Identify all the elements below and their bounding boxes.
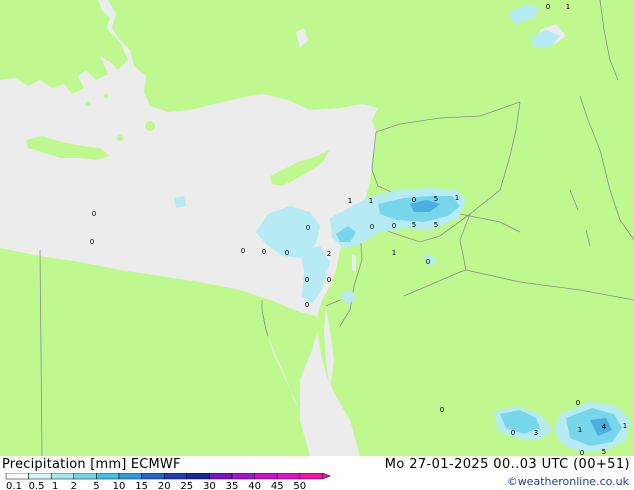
map-value: 1 bbox=[369, 197, 373, 205]
map-value: 0 bbox=[241, 247, 245, 255]
map-value: 1 bbox=[566, 3, 570, 11]
scale-tick-label: 50 bbox=[293, 481, 306, 490]
map-value: 1 bbox=[455, 194, 459, 202]
scale-tick-label: 40 bbox=[248, 481, 261, 490]
scale-box bbox=[50, 473, 75, 480]
scale-tick-label: 0.1 bbox=[6, 481, 22, 490]
map-value: 0 bbox=[370, 223, 374, 231]
scale-box bbox=[254, 473, 278, 480]
map-value: 1 bbox=[348, 197, 352, 205]
scale-tick-label: 5 bbox=[93, 481, 99, 490]
forecast-time: Mo 27-01-2025 00..03 UTC (00+51) bbox=[384, 457, 630, 472]
scale-boxes bbox=[5, 473, 332, 480]
scale-tick-label: 30 bbox=[203, 481, 216, 490]
map-value: 3 bbox=[534, 429, 538, 437]
scale-box bbox=[96, 473, 120, 480]
map-value: 0 bbox=[426, 258, 430, 266]
map-value: 1 bbox=[578, 426, 582, 434]
scale-box bbox=[5, 473, 29, 480]
scale-box bbox=[73, 473, 97, 480]
credit-link[interactable]: ©weatheronline.co.uk bbox=[507, 475, 629, 488]
map-value: 0 bbox=[576, 399, 580, 407]
scale-ticks: 0.1 0.5 1 2 5 10 15 20 25 30 35 40 45 50 bbox=[6, 481, 306, 490]
footer-bar: Precipitation [mm] ECMWF Mo 27-01-2025 0… bbox=[0, 456, 634, 490]
map-value: 0 bbox=[580, 449, 584, 456]
scale-box bbox=[209, 473, 233, 480]
scale-tick-label: 45 bbox=[271, 481, 284, 490]
map-value: 0 bbox=[327, 276, 331, 284]
scale-box bbox=[163, 473, 188, 480]
map-value: 0 bbox=[90, 238, 94, 246]
precipitation-map: 0 1 0 0 1 1 0 5 1 0 0 0 5 5 0 0 0 2 1 0 … bbox=[0, 0, 634, 456]
island-4 bbox=[103, 93, 109, 99]
map-value: 0 bbox=[285, 249, 289, 257]
scale-tick-label: 0.5 bbox=[29, 481, 45, 490]
scale-box bbox=[118, 473, 142, 480]
scale-box bbox=[299, 473, 323, 480]
scale-tick-label: 35 bbox=[226, 481, 239, 490]
scale-tick-label: 15 bbox=[135, 481, 148, 490]
scale-box bbox=[231, 473, 255, 480]
map-value: 0 bbox=[262, 248, 266, 256]
island-1 bbox=[145, 121, 155, 131]
island-3 bbox=[69, 85, 75, 91]
scale-tick-label: 1 bbox=[52, 481, 58, 490]
map-value: 0 bbox=[392, 222, 396, 230]
island-5 bbox=[85, 101, 91, 107]
scale-arrow bbox=[322, 473, 332, 480]
map-value: 0 bbox=[546, 3, 550, 11]
map-value: 2 bbox=[327, 250, 331, 258]
map-value: 0 bbox=[92, 210, 96, 218]
product-label: Precipitation [mm] bbox=[2, 457, 127, 472]
map-value: 0 bbox=[511, 429, 515, 437]
map-value: 5 bbox=[434, 195, 438, 203]
scale-tick-label: 20 bbox=[158, 481, 171, 490]
map-value: 5 bbox=[412, 221, 416, 229]
map-value: 4 bbox=[602, 423, 607, 431]
map-value: 0 bbox=[412, 196, 416, 204]
map-value: 1 bbox=[392, 249, 396, 257]
scale-tick-label: 2 bbox=[71, 481, 77, 490]
map-value: 0 bbox=[305, 276, 309, 284]
scale-box bbox=[28, 473, 52, 480]
map-value: 0 bbox=[306, 224, 310, 232]
island-2 bbox=[117, 135, 123, 141]
map-value: 0 bbox=[305, 301, 309, 309]
scale-box bbox=[186, 473, 210, 480]
scale-box bbox=[141, 473, 165, 480]
dead-sea bbox=[352, 254, 356, 272]
map-value: 5 bbox=[434, 221, 438, 229]
precipitation-color-scale: 0.1 0.5 1 2 5 10 15 20 25 30 35 40 45 50 bbox=[5, 473, 332, 490]
model-label: ECMWF bbox=[130, 457, 181, 472]
map-value: 0 bbox=[440, 406, 444, 414]
map-value: 5 bbox=[602, 448, 606, 456]
scale-box bbox=[276, 473, 301, 480]
map-value: 1 bbox=[623, 422, 627, 430]
scale-tick-label: 10 bbox=[113, 481, 126, 490]
map-title: Precipitation [mm] ECMWF bbox=[2, 457, 181, 472]
scale-tick-label: 25 bbox=[180, 481, 193, 490]
